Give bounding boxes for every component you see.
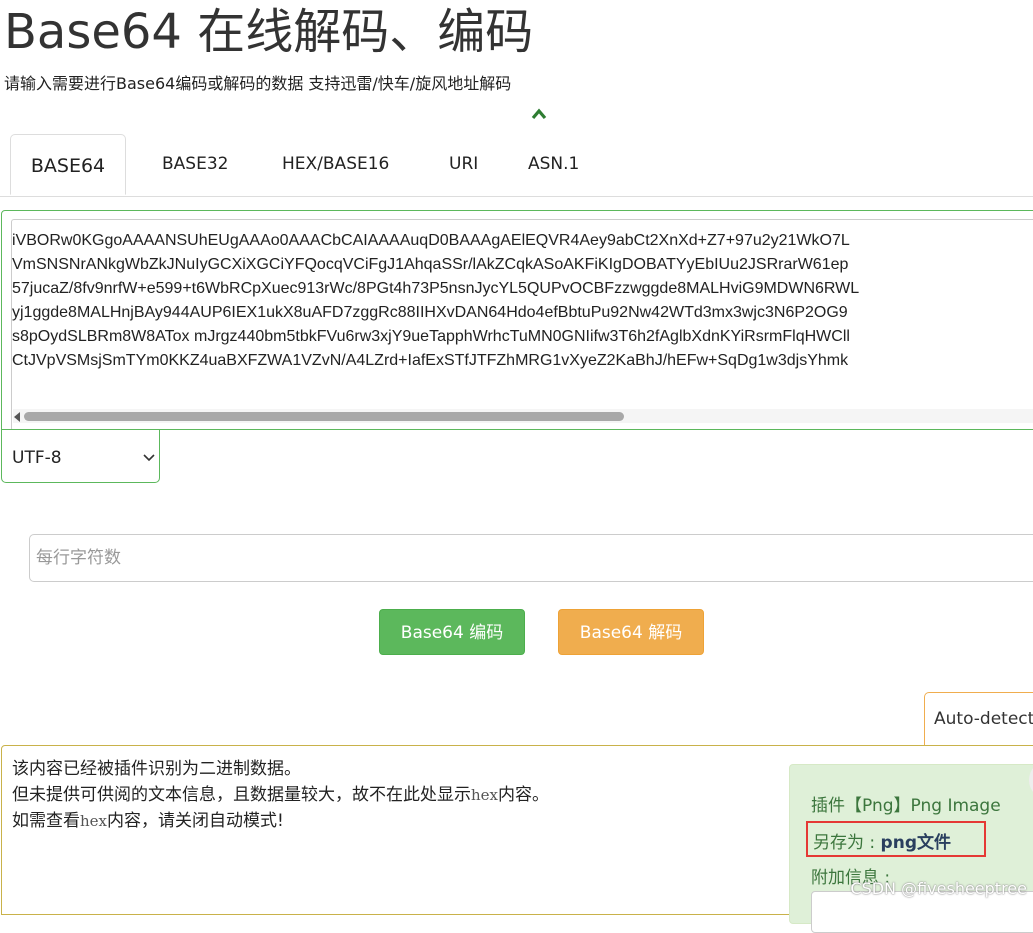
plugin-title: 插件【Png】Png Image [811, 796, 1001, 816]
tab-hex-base16[interactable]: HEX/BASE16 [282, 142, 389, 186]
input-line: 57jucaZ/8fv9nrfW+e599+t6WbRCpXuec913rWc/… [12, 280, 860, 297]
input-line: iVBORw0KGgoAAAANSUhEUgAAAo0AAACbCAIAAAAu… [12, 232, 850, 249]
line-chars-input[interactable] [29, 534, 1033, 582]
input-panel: iVBORw0KGgoAAAANSUhEUgAAAo0AAACbCAIAAAAu… [1, 210, 1033, 430]
page-subtitle: 请输入需要进行Base64编码或解码的数据 支持迅雷/快车/旋风地址解码 [4, 74, 512, 93]
output-line: 如需查看hex内容，请关闭自动模式! [12, 811, 284, 831]
tab-uri[interactable]: URI [449, 142, 478, 186]
plugin-panel: 插件【Png】Png Image 另存为 : png文件 附加信息 : [789, 764, 1033, 933]
chevron-down-icon [143, 454, 155, 462]
tab-base64[interactable]: BASE64 [10, 134, 126, 195]
output-line: 但未提供可供阅的文本信息，且数据量较大，故不在此处显示hex内容。 [12, 785, 549, 805]
save-as-png-link[interactable]: png文件 [881, 833, 951, 853]
input-text-content[interactable]: iVBORw0KGgoAAAANSUhEUgAAAo0AAACbCAIAAAAu… [12, 229, 1033, 411]
tab-base32[interactable]: BASE32 [162, 142, 228, 186]
tab-asn1[interactable]: ASN.1 [528, 142, 579, 186]
encode-button[interactable]: Base64 编码 [379, 609, 525, 655]
scrollbar-thumb[interactable] [24, 412, 624, 421]
input-line: CtJVpVSMsjSmTYm0KKZ4uaBXFZWA1VZvN/A4LZrd… [12, 352, 849, 369]
output-text: 该内容已经被插件识别为二进制数据。 但未提供可供阅的文本信息，且数据量较大，故不… [12, 756, 792, 916]
input-line: yj1ggde8MALHnjBAy944AUP6IEX1ukX8uAFD7zgg… [12, 304, 848, 321]
input-line: s8pOydSLBRm8W8ATox mJrgz440bm5tbkFVu6rw3… [12, 328, 850, 345]
watermark: CSDN @fivesheeptree [850, 879, 1027, 898]
save-as-label: 另存为 : png文件 [813, 833, 951, 853]
charset-select[interactable]: UTF-8 [1, 430, 160, 483]
charset-value: UTF-8 [12, 448, 62, 468]
input-line: VmSNSNrANkgWbZkJNuIyGCXiXGCiYFQocqVCiFgJ… [12, 256, 849, 273]
encoding-tabs: BASE64 BASE32 HEX/BASE16 URI ASN.1 [0, 134, 1033, 197]
decode-button[interactable]: Base64 解码 [558, 609, 704, 655]
mode-select[interactable]: Auto-detect [924, 692, 1033, 746]
output-line: 该内容已经被插件识别为二进制数据。 [12, 759, 301, 779]
mode-value: Auto-detect [934, 709, 1033, 729]
save-as-highlight: 另存为 : png文件 [806, 821, 986, 857]
scroll-left-icon[interactable] [14, 412, 20, 422]
page-title: Base64 在线解码、编码 [4, 4, 534, 60]
chevron-up-icon[interactable] [531, 106, 547, 122]
